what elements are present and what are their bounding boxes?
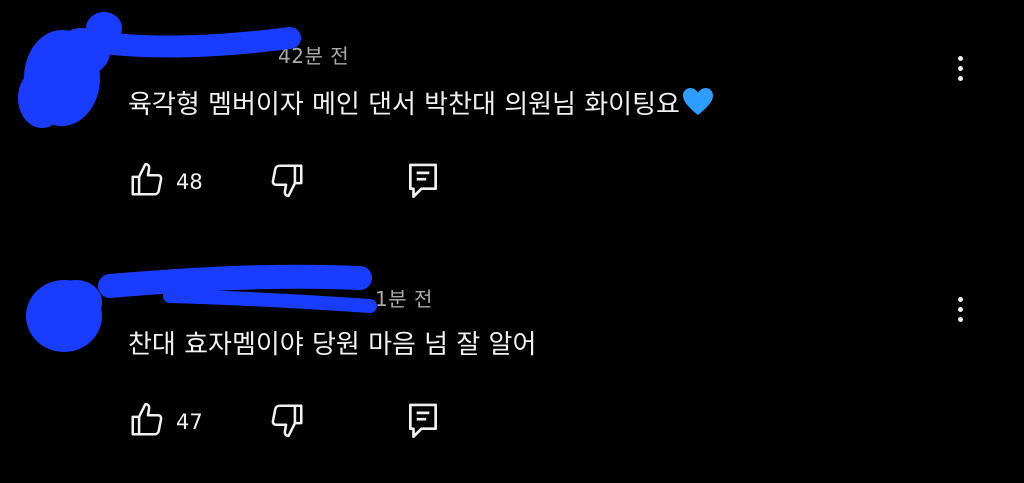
comment-text-content: 찬대 효자멤이야 당원 마음 넘 잘 알어 <box>128 330 537 360</box>
dislike-button[interactable] <box>268 161 306 203</box>
like-count: 48 <box>176 170 203 194</box>
more-vert-icon <box>957 55 963 61</box>
thumbs-up-icon <box>128 401 166 443</box>
comment-item: 1분 전 찬대 효자멤이야 당원 마음 넘 잘 알어 47 <box>0 240 1024 483</box>
reply-button[interactable] <box>404 400 442 444</box>
thumbs-down-icon <box>268 161 306 203</box>
thumbs-down-icon <box>268 401 306 443</box>
dislike-button[interactable] <box>268 401 306 443</box>
like-button[interactable]: 48 <box>128 161 203 203</box>
blue-heart-icon <box>682 87 714 124</box>
comment-text: 육각형 멤버이자 메인 댄서 박찬대 의원님 화이팅요 <box>128 84 714 124</box>
reply-icon <box>404 160 442 204</box>
reply-button[interactable] <box>404 160 442 204</box>
comment-text-content: 육각형 멤버이자 메인 댄서 박찬대 의원님 화이팅요 <box>128 90 680 120</box>
like-button[interactable]: 47 <box>128 401 203 443</box>
comment-item: 42분 전 육각형 멤버이자 메인 댄서 박찬대 의원님 화이팅요 48 <box>0 0 1024 240</box>
comment-menu-button[interactable] <box>946 46 974 90</box>
comment-actions: 48 <box>128 160 442 204</box>
comment-menu-button[interactable] <box>946 287 974 331</box>
like-count: 47 <box>176 410 203 434</box>
thumbs-up-icon <box>128 161 166 203</box>
comment-text: 찬대 효자멤이야 당원 마음 넘 잘 알어 <box>128 324 536 361</box>
more-vert-icon <box>957 296 963 302</box>
reply-icon <box>404 400 442 444</box>
comment-actions: 47 <box>128 400 442 444</box>
